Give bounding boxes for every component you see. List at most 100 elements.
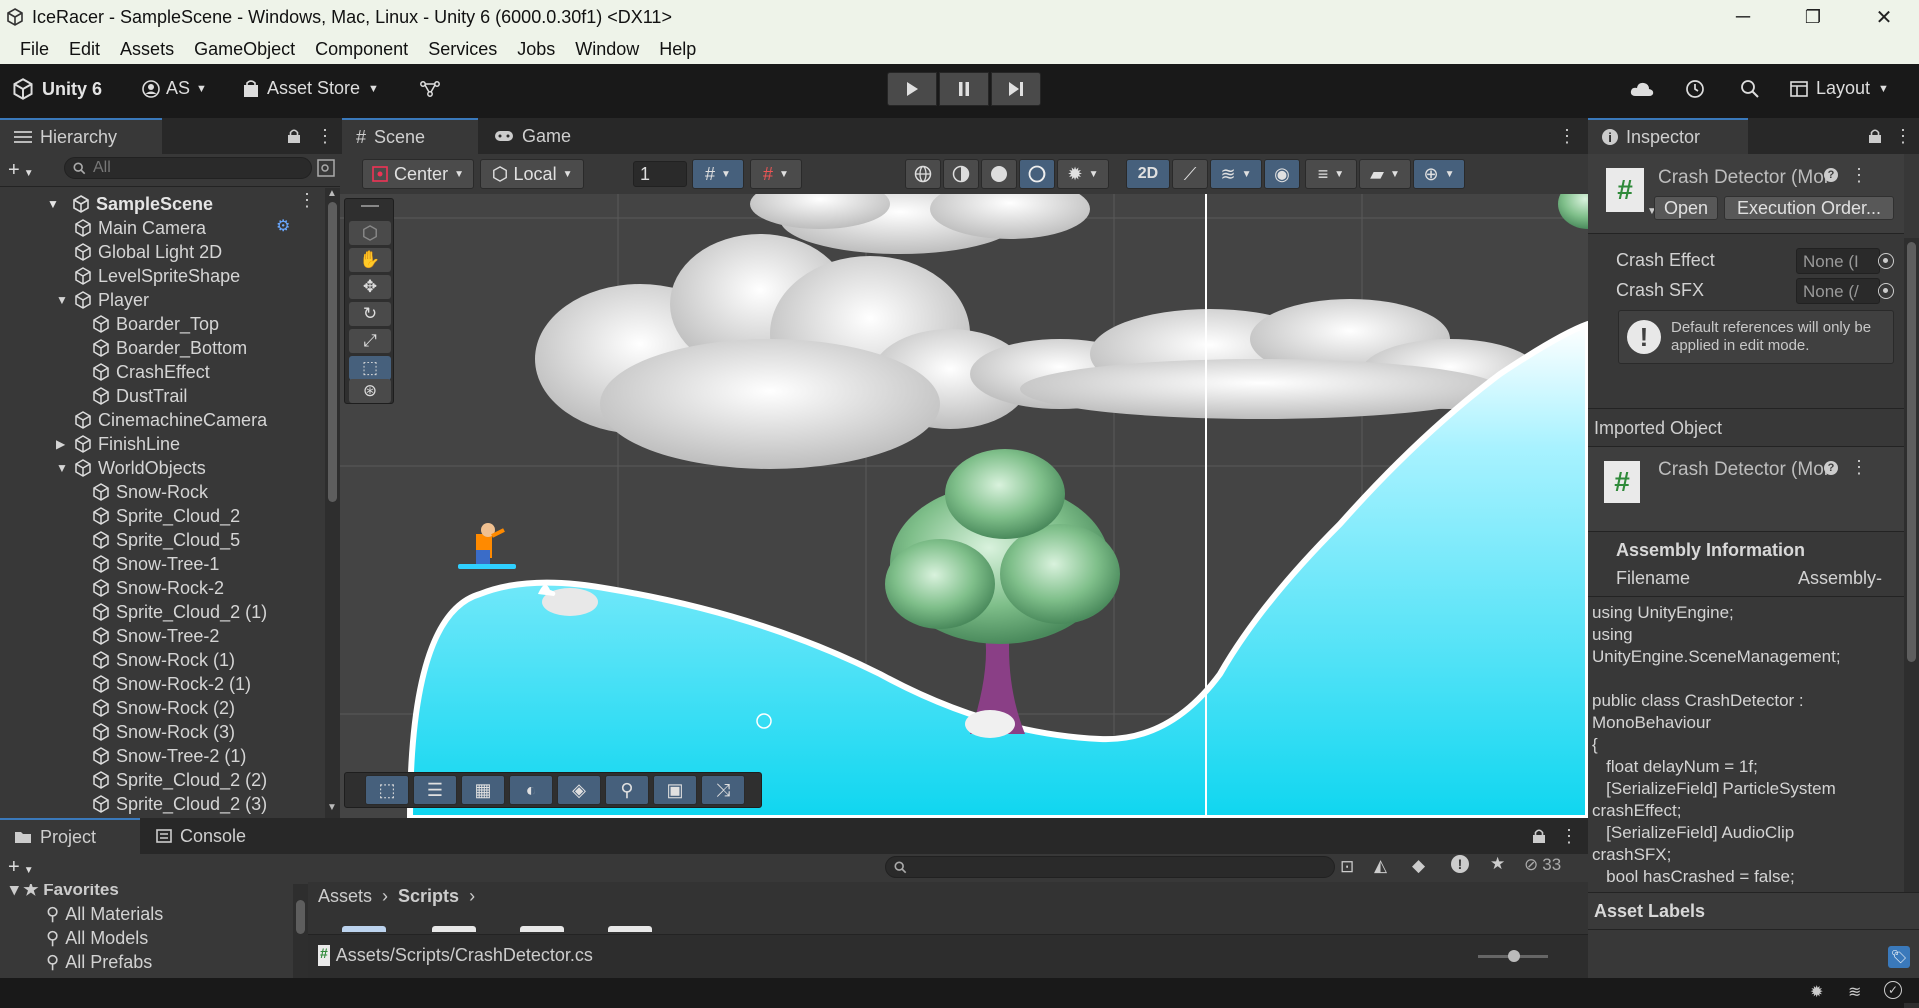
hierarchy-item[interactable]: Sprite_Cloud_2 (3) (92, 792, 267, 816)
kebab-menu-icon[interactable]: ⋮ (1894, 126, 1912, 147)
hidden-packages-toggle[interactable]: ⊘ 33 (1524, 855, 1561, 875)
create-asset-button[interactable]: + ▼ (8, 856, 34, 879)
hierarchy-item[interactable]: CrashEffect (92, 360, 210, 384)
hierarchy-item[interactable]: CinemachineCamera (74, 408, 267, 432)
cloud-icon[interactable] (1630, 80, 1654, 98)
cache-server-icon[interactable]: ≋ (1848, 982, 1861, 1002)
hierarchy-item[interactable]: Main Camera (74, 216, 206, 240)
hierarchy-item[interactable]: ▼ WorldObjects (56, 456, 206, 480)
kebab-menu-icon[interactable]: ⋮ (316, 126, 334, 147)
overlay-search-button[interactable]: ⚲ (605, 775, 649, 805)
hierarchy-item[interactable]: Snow-Rock (2) (92, 696, 235, 720)
lock-icon[interactable] (287, 128, 301, 144)
asset-thumbnail[interactable] (342, 926, 386, 932)
filter-type-icon[interactable]: ◭ (1374, 856, 1387, 876)
layout-dropdown[interactable]: Layout ▼ (1790, 78, 1889, 99)
account-dropdown[interactable]: AS ▼ (142, 78, 207, 99)
view-tool-button[interactable] (349, 221, 391, 245)
scale-tool-button[interactable]: ⤢ (349, 329, 391, 353)
hierarchy-item[interactable]: Sprite_Cloud_2 (92, 504, 240, 528)
menu-component[interactable]: Component (305, 39, 418, 60)
history-icon[interactable] (1685, 79, 1705, 99)
drag-handle[interactable] (361, 205, 379, 207)
pivot-center-dropdown[interactable]: Center ▼ (362, 159, 474, 189)
menu-help[interactable]: Help (649, 39, 706, 60)
rect-tool-button[interactable]: ⬚ (349, 356, 391, 380)
hierarchy-item[interactable]: Snow-Rock (92, 480, 208, 504)
space-local-dropdown[interactable]: Local ▼ (480, 159, 584, 189)
add-object-button[interactable]: + ▼ (8, 159, 34, 182)
transform-tool-button[interactable]: ⊛ (349, 379, 391, 403)
hierarchy-item[interactable]: Snow-Rock (1) (92, 648, 235, 672)
object-picker-icon[interactable] (1878, 253, 1894, 269)
breadcrumb-scripts[interactable]: Scripts (398, 886, 459, 907)
tab-scene[interactable]: # Scene (342, 118, 478, 154)
hierarchy-item[interactable]: Snow-Rock (3) (92, 720, 235, 744)
increment-snap-toggle[interactable]: # ▼ (750, 159, 802, 189)
scene-viewport[interactable]: ✋ ✥ ↻ ⤢ ⬚ ⊛ ⬚ ☰ ▦ ◐ ◈ ⚲ ▣ ⤨ (340, 194, 1588, 818)
kebab-menu-icon[interactable]: ⋮ (1560, 826, 1578, 847)
tag-icon[interactable]: 🏷 (1888, 946, 1910, 968)
draw-mode-button[interactable] (905, 159, 941, 189)
mode-2d-toggle[interactable]: 2D (1126, 159, 1170, 189)
menu-services[interactable]: Services (418, 39, 507, 60)
hand-tool-button[interactable]: ✋ (349, 248, 391, 272)
breadcrumb-assets[interactable]: Assets (318, 886, 372, 907)
overlay-rect-button[interactable]: ⬚ (365, 775, 409, 805)
search-icon[interactable] (1740, 79, 1760, 99)
tab-inspector[interactable]: i Inspector (1588, 118, 1748, 154)
menu-window[interactable]: Window (565, 39, 649, 60)
hierarchy-item[interactable]: ▶ FinishLine (56, 432, 180, 456)
step-button[interactable] (991, 72, 1041, 106)
lock-icon[interactable] (1532, 828, 1546, 844)
lock-icon[interactable] (1868, 128, 1882, 144)
version-control-icon[interactable] (420, 80, 440, 98)
slider-handle[interactable] (1508, 950, 1520, 962)
hierarchy-item[interactable]: Boarder_Bottom (92, 336, 247, 360)
kebab-menu-icon[interactable]: ⋮ (1850, 165, 1868, 186)
check-status-icon[interactable]: ✓ (1884, 981, 1902, 999)
effects-dropdown[interactable]: ≋ ▼ (1210, 159, 1262, 189)
unity-account-button[interactable]: Unity 6 (12, 78, 102, 100)
favorites-header[interactable]: ▾ ★ Favorites (10, 884, 119, 900)
kebab-menu-icon[interactable]: ⋮ (1850, 457, 1868, 478)
hierarchy-item[interactable]: Snow-Tree-2 (1) (92, 744, 246, 768)
filter-label-icon[interactable]: ◆ (1412, 856, 1425, 876)
asset-thumbnail[interactable] (432, 926, 476, 932)
rotate-tool-button[interactable]: ↻ (349, 302, 391, 326)
scroll-up-icon[interactable]: ▲ (327, 188, 337, 199)
expand-search-icon[interactable] (317, 159, 335, 177)
fav-all-prefabs[interactable]: ⚲ All Prefabs (46, 952, 152, 973)
grid-snap-input[interactable]: 1 (633, 161, 687, 187)
layers-dropdown[interactable]: ≡ ▼ (1305, 159, 1357, 189)
pause-button[interactable] (939, 72, 989, 106)
overlay-shuffle-button[interactable]: ⤨ (701, 775, 745, 805)
help-icon[interactable]: ? (1824, 168, 1838, 182)
shaded-button[interactable] (981, 159, 1017, 189)
hierarchy-item[interactable]: Snow-Tree-2 (92, 624, 219, 648)
minimize-button[interactable]: ─ (1707, 0, 1779, 34)
overlay-layers-button[interactable]: ◈ (557, 775, 601, 805)
asset-store-dropdown[interactable]: Asset Store ▼ (243, 78, 379, 99)
menu-jobs[interactable]: Jobs (507, 39, 565, 60)
hierarchy-item[interactable]: Sprite_Cloud_5 (92, 528, 240, 552)
gizmos-dropdown[interactable]: ⊕ ▼ (1413, 159, 1465, 189)
project-search-input[interactable] (885, 856, 1335, 878)
tab-console[interactable]: Console (142, 818, 272, 854)
hierarchy-item[interactable]: ▼ Player (56, 288, 149, 312)
execution-order-button[interactable]: Execution Order... (1724, 196, 1894, 220)
hierarchy-scrollbar[interactable]: ▲ ▼ (325, 188, 340, 818)
audio-toggle[interactable]: ⟋ (1172, 159, 1208, 189)
icon-size-slider[interactable] (1478, 950, 1548, 962)
chevron-down-icon[interactable]: ▼ (56, 461, 68, 475)
fav-all-models[interactable]: ⚲ All Models (46, 928, 148, 949)
tab-project[interactable]: Project (0, 818, 140, 854)
scrollbar-thumb[interactable] (328, 202, 337, 502)
menu-gameobject[interactable]: GameObject (184, 39, 305, 60)
crash-effect-field[interactable]: None (I (1796, 248, 1880, 274)
chevron-right-icon[interactable]: ▶ (56, 437, 65, 451)
hierarchy-item[interactable]: Sprite_Cloud_2 (2) (92, 768, 267, 792)
visibility-toggle[interactable]: ◉ (1264, 159, 1300, 189)
favorite-star-icon[interactable]: ★ (1490, 854, 1505, 874)
overlay-camera-button[interactable]: ▣ (653, 775, 697, 805)
